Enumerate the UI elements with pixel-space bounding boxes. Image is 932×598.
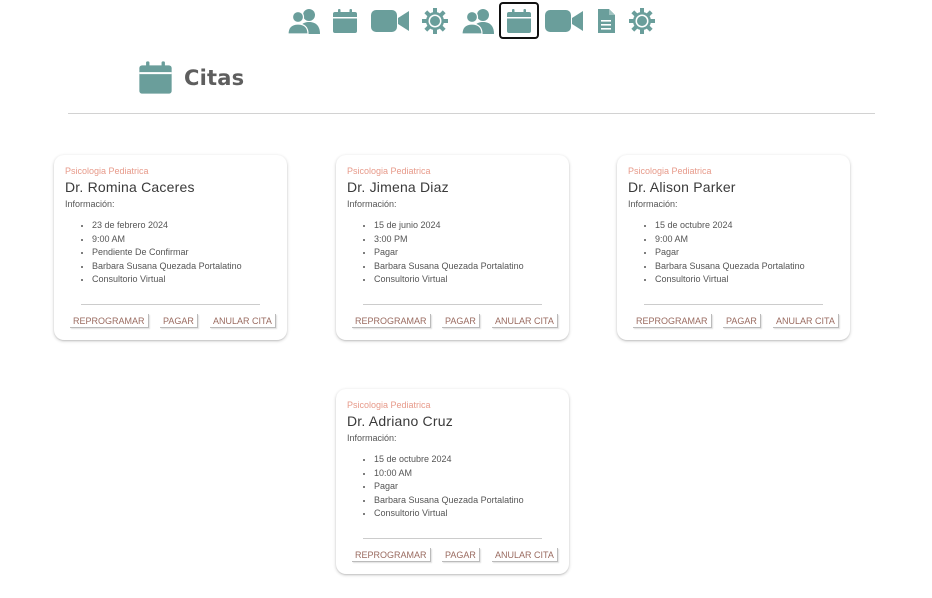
users-icon — [461, 8, 494, 34]
specialty-label: Psicologia Pediatrica — [347, 400, 431, 410]
pay-button[interactable]: PAGAR — [160, 314, 198, 328]
patient-name: Barbara Susana Quezada Portalatino — [655, 260, 839, 274]
appointment-card: Psicologia Pediatrica Dr. Romina Caceres… — [54, 155, 287, 340]
info-label: Información: — [628, 199, 678, 209]
appointment-details: 15 de junio 2024 3:00 PM Pagar Barbara S… — [347, 219, 558, 287]
document-icon — [598, 8, 615, 33]
reschedule-button[interactable]: REPROGRAMAR — [70, 314, 149, 328]
card-actions: REPROGRAMAR PAGAR ANULAR CITA — [54, 314, 287, 330]
appointment-time: 9:00 AM — [655, 233, 839, 247]
pay-button[interactable]: PAGAR — [442, 314, 480, 328]
appointment-time: 10:00 AM — [374, 467, 558, 481]
info-label: Información: — [65, 199, 115, 209]
appointment-status: Pagar — [374, 246, 558, 260]
card-divider — [363, 538, 542, 539]
appointment-details: 23 de febrero 2024 9:00 AM Pendiente De … — [65, 219, 276, 287]
nav-calendar-button-active[interactable] — [499, 2, 539, 39]
doctor-name: Dr. Alison Parker — [628, 179, 736, 195]
info-label: Información: — [347, 199, 397, 209]
card-divider — [363, 304, 542, 305]
nav-settings-button[interactable] — [628, 2, 656, 39]
card-actions: REPROGRAMAR PAGAR ANULAR CITA — [336, 548, 569, 564]
header-divider — [68, 113, 875, 114]
top-nav — [0, 0, 932, 42]
cancel-appointment-button[interactable]: ANULAR CITA — [492, 314, 558, 328]
calendar-icon — [507, 8, 531, 33]
video-icon — [544, 9, 583, 32]
card-actions: REPROGRAMAR PAGAR ANULAR CITA — [617, 314, 850, 330]
appointment-status: Pagar — [655, 246, 839, 260]
pay-button[interactable]: PAGAR — [723, 314, 761, 328]
nav-documents-button[interactable] — [595, 2, 617, 39]
appointment-date: 15 de junio 2024 — [374, 219, 558, 233]
appointment-card: Psicologia Pediatrica Dr. Adriano Cruz I… — [336, 389, 569, 574]
reschedule-button[interactable]: REPROGRAMAR — [633, 314, 712, 328]
appointment-card: Psicologia Pediatrica Dr. Jimena Diaz In… — [336, 155, 569, 340]
calendar-icon — [333, 8, 357, 33]
appointment-status: Pagar — [374, 480, 558, 494]
card-divider — [81, 304, 260, 305]
appointment-time: 3:00 PM — [374, 233, 558, 247]
appointment-location: Consultorio Virtual — [374, 273, 558, 287]
cancel-appointment-button[interactable]: ANULAR CITA — [210, 314, 276, 328]
appointment-location: Consultorio Virtual — [374, 507, 558, 521]
nav-video-button[interactable] — [543, 2, 584, 39]
doctor-name: Dr. Romina Caceres — [65, 179, 195, 195]
nav-settings-button[interactable] — [421, 2, 449, 39]
nav-users-button[interactable] — [460, 2, 496, 39]
info-label: Información: — [347, 433, 397, 443]
specialty-label: Psicologia Pediatrica — [65, 166, 149, 176]
appointment-details: 15 de octubre 2024 10:00 AM Pagar Barbar… — [347, 453, 558, 521]
appointment-location: Consultorio Virtual — [655, 273, 839, 287]
patient-name: Barbara Susana Quezada Portalatino — [92, 260, 276, 274]
settings-gear-icon — [629, 7, 655, 34]
pay-button[interactable]: PAGAR — [442, 548, 480, 562]
appointment-card: Psicologia Pediatrica Dr. Alison Parker … — [617, 155, 850, 340]
doctor-name: Dr. Jimena Diaz — [347, 179, 449, 195]
calendar-icon — [139, 61, 172, 94]
appointment-date: 15 de octubre 2024 — [655, 219, 839, 233]
appointment-status: Pendiente De Confirmar — [92, 246, 276, 260]
cancel-appointment-button[interactable]: ANULAR CITA — [492, 548, 558, 562]
page-title: Citas — [184, 65, 245, 90]
patient-name: Barbara Susana Quezada Portalatino — [374, 494, 558, 508]
users-icon — [287, 8, 320, 34]
video-icon — [370, 9, 409, 32]
reschedule-button[interactable]: REPROGRAMAR — [352, 314, 431, 328]
appointment-location: Consultorio Virtual — [92, 273, 276, 287]
settings-gear-icon — [422, 7, 448, 34]
card-divider — [644, 304, 823, 305]
patient-name: Barbara Susana Quezada Portalatino — [374, 260, 558, 274]
page-header: Citas — [138, 60, 244, 95]
appointment-date: 15 de octubre 2024 — [374, 453, 558, 467]
reschedule-button[interactable]: REPROGRAMAR — [352, 548, 431, 562]
appointment-details: 15 de octubre 2024 9:00 AM Pagar Barbara… — [628, 219, 839, 287]
specialty-label: Psicologia Pediatrica — [347, 166, 431, 176]
nav-video-button[interactable] — [369, 2, 410, 39]
specialty-label: Psicologia Pediatrica — [628, 166, 712, 176]
appointment-date: 23 de febrero 2024 — [92, 219, 276, 233]
cancel-appointment-button[interactable]: ANULAR CITA — [773, 314, 839, 328]
appointment-time: 9:00 AM — [92, 233, 276, 247]
nav-users-button[interactable] — [286, 2, 322, 39]
nav-calendar-button[interactable] — [331, 2, 359, 39]
doctor-name: Dr. Adriano Cruz — [347, 413, 453, 429]
card-actions: REPROGRAMAR PAGAR ANULAR CITA — [336, 314, 569, 330]
